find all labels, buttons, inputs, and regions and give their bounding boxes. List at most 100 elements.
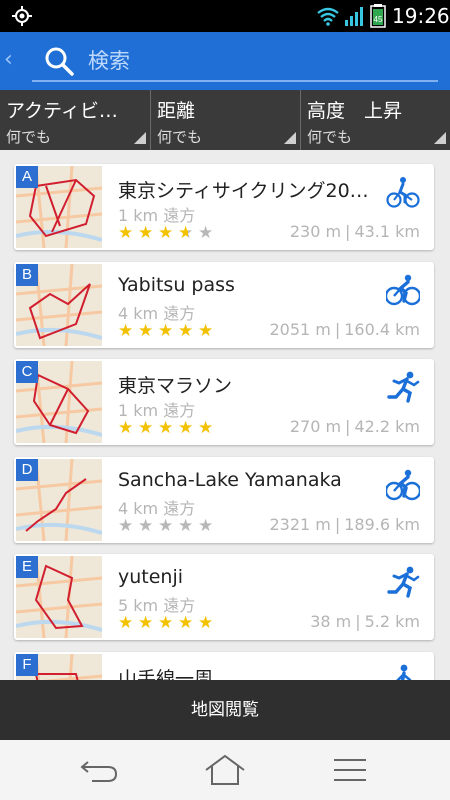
star-icon: ★ <box>138 613 155 633</box>
star-icon: ★ <box>198 223 215 243</box>
dropdown-corner-icon <box>434 132 446 144</box>
search-input[interactable] <box>88 46 418 76</box>
route-metrics: 2051 m | 160.4 km <box>269 320 420 339</box>
star-icon: ★ <box>178 320 195 341</box>
back-nav-icon[interactable] <box>78 754 118 786</box>
status-time: 19:26 <box>392 4 450 28</box>
star-icon: ★ <box>118 418 135 438</box>
star-icon: ★ <box>198 418 215 438</box>
route-card[interactable]: C 東京マラソン 1 km 遠方 ★ ★ ★ ★ ★ 270 m | 42.2 km <box>14 359 434 445</box>
star-icon: ★ <box>118 613 135 633</box>
route-elevation-gain: 270 m <box>289 417 342 436</box>
star-icon: ★ <box>158 320 175 341</box>
rating-stars: ★ ★ ★ ★ ★ <box>118 419 218 437</box>
home-nav-icon[interactable] <box>204 754 246 786</box>
cycling-icon <box>386 176 420 208</box>
star-icon: ★ <box>118 320 135 341</box>
route-distance-away: 4 km 遠方 <box>118 303 196 323</box>
route-elevation-gain: 2321 m <box>269 514 331 534</box>
metric-separator: | <box>334 319 341 339</box>
filter-value: 何でも <box>6 128 52 146</box>
route-name: yutenji <box>118 566 184 588</box>
rating-stars: ★ ★ ★ ★ ★ <box>118 614 218 632</box>
running-icon <box>386 566 420 598</box>
route-name: Sancha-Lake Yamanaka <box>118 468 342 491</box>
star-icon: ★ <box>198 613 215 633</box>
route-metrics: 2321 m | 189.6 km <box>269 515 420 534</box>
system-nav-bar <box>0 740 450 800</box>
gps-icon <box>12 6 32 26</box>
route-letter-badge: C <box>16 361 38 383</box>
route-card[interactable]: B Yabitsu pass 4 km 遠方 ★ ★ ★ ★ ★ 2051 m | 160.4 km <box>14 261 434 348</box>
star-icon: ★ <box>138 515 155 536</box>
filter-value: 何でも <box>307 128 353 146</box>
route-card[interactable]: Eyutenji 5 km 遠方 ★ ★ ★ ★ ★ 38 m | 5.2 km <box>14 554 434 640</box>
route-card[interactable]: F 山手線一周 <box>14 651 434 681</box>
route-letter-badge: F <box>16 653 38 676</box>
route-letter-badge: A <box>16 166 38 188</box>
mountain-biking-icon <box>384 469 422 501</box>
metric-separator: | <box>334 514 341 534</box>
route-elevation-gain: 38 m <box>310 612 352 631</box>
star-icon: ★ <box>138 320 155 341</box>
wifi-icon <box>317 7 339 26</box>
route-letter-badge: D <box>16 458 38 481</box>
route-letter-badge: E <box>16 556 38 578</box>
route-list: A 東京シティサイクリング20… 1 km 遠方 ★ ★ ★ ★ ★ 230 m | 43.1 km… <box>0 150 450 680</box>
menu-nav-icon[interactable] <box>332 754 368 786</box>
mountain-biking-icon <box>384 274 422 306</box>
filter-elevation[interactable]: 高度 上昇 何でも <box>300 90 450 150</box>
walking-icon <box>386 664 420 680</box>
filter-label: 高度 上昇 <box>307 100 403 122</box>
back-icon[interactable]: ‹ <box>4 48 13 72</box>
star-icon: ★ <box>158 515 175 536</box>
filter-activity[interactable]: アクティビ… 何でも <box>0 90 150 150</box>
battery-level: 45 <box>374 15 383 24</box>
star-icon: ★ <box>178 613 195 633</box>
metric-separator: | <box>355 612 361 631</box>
route-length: 160.4 km <box>344 319 420 339</box>
route-elevation-gain: 230 m <box>289 222 342 241</box>
metric-separator: | <box>345 417 351 436</box>
star-icon: ★ <box>158 613 175 633</box>
route-card[interactable]: A 東京シティサイクリング20… 1 km 遠方 ★ ★ ★ ★ ★ 230 m | 43.1 km <box>14 164 434 250</box>
star-icon: ★ <box>198 515 215 536</box>
dropdown-corner-icon <box>284 132 296 144</box>
route-distance-away: 4 km 遠方 <box>118 498 196 518</box>
filter-bar: アクティビ… 何でも 距離 何でも 高度 上昇 何でも <box>0 90 450 150</box>
filter-label: アクティビ… <box>6 100 118 122</box>
route-length: 43.1 km <box>354 222 420 241</box>
star-icon: ★ <box>198 320 215 341</box>
route-card[interactable]: D Sancha-Lake Yamanaka 4 km 遠方 ★ ★ ★ ★ ★ 2321 m |… <box>14 456 434 543</box>
route-length: 42.2 km <box>354 417 420 436</box>
star-icon: ★ <box>158 223 175 243</box>
filter-distance[interactable]: 距離 何でも <box>150 90 300 150</box>
dropdown-corner-icon <box>134 132 146 144</box>
star-icon: ★ <box>158 418 175 438</box>
route-letter-badge: B <box>16 263 38 286</box>
route-metrics: 230 m | 43.1 km <box>290 222 420 241</box>
search-bar: ‹ <box>0 32 450 90</box>
route-name: 山手線一周 <box>118 667 214 681</box>
star-icon: ★ <box>118 223 135 243</box>
battery-icon: 45 <box>370 4 386 28</box>
route-name: 東京シティサイクリング20… <box>118 180 369 202</box>
route-name: 東京マラソン <box>118 375 233 397</box>
route-length: 5.2 km <box>364 612 420 631</box>
star-icon: ★ <box>178 224 198 242</box>
route-name: Yabitsu pass <box>118 273 235 296</box>
filter-value: 何でも <box>157 128 203 146</box>
map-view-button[interactable]: 地図閲覧 <box>0 680 450 740</box>
search-underline <box>32 80 438 82</box>
star-icon: ★ <box>118 515 135 536</box>
rating-stars: ★ ★ ★ ★ ★ <box>118 224 218 242</box>
signal-icon <box>345 7 363 26</box>
star-icon: ★ <box>178 515 195 536</box>
search-icon[interactable] <box>44 46 74 76</box>
route-metrics: 270 m | 42.2 km <box>290 417 420 436</box>
route-metrics: 38 m | 5.2 km <box>310 612 420 631</box>
rating-stars: ★ ★ ★ ★ ★ <box>118 322 218 340</box>
star-icon: ★ <box>138 223 155 243</box>
route-length: 189.6 km <box>344 514 420 534</box>
filter-label: 距離 <box>157 100 196 122</box>
